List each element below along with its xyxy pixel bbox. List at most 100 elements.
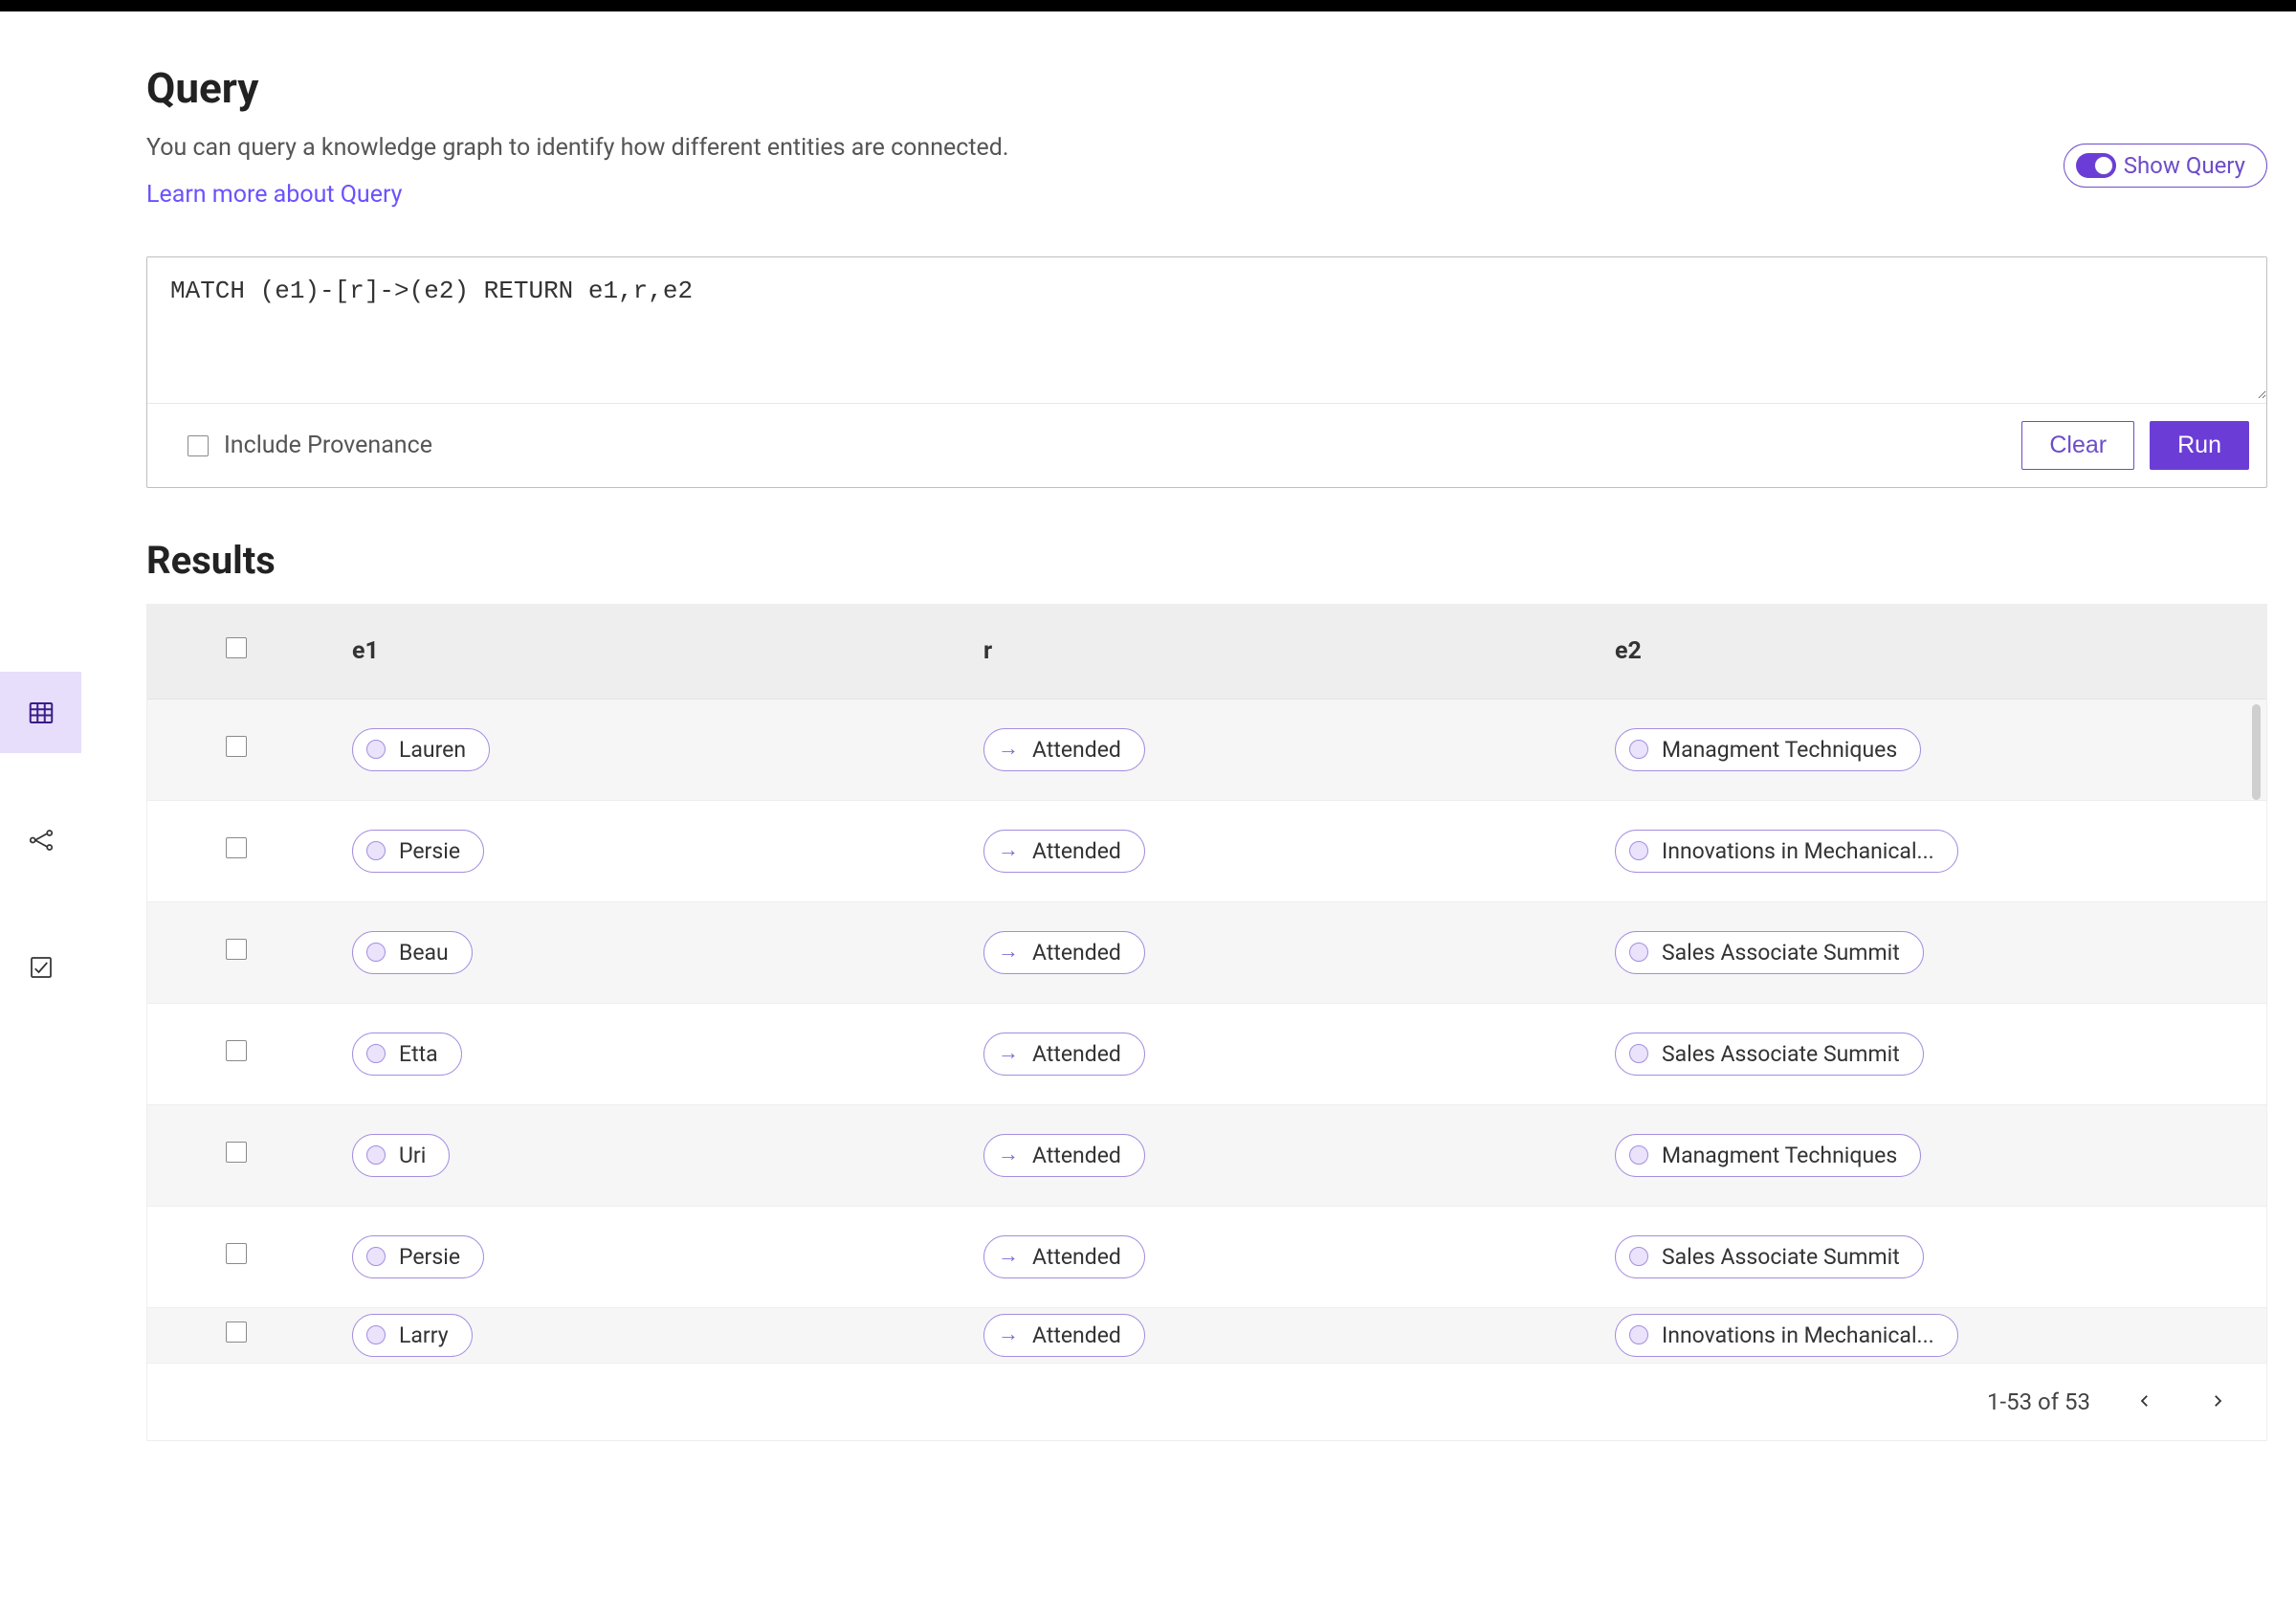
relation-chip[interactable]: → Attended	[983, 931, 1145, 974]
entity-chip[interactable]: Sales Associate Summit	[1615, 931, 1924, 974]
clear-button[interactable]: Clear	[2021, 421, 2134, 470]
table-view-button[interactable]	[0, 672, 81, 753]
checkbox-icon	[188, 435, 209, 456]
query-input[interactable]	[147, 257, 2266, 399]
chip-label: Uri	[399, 1143, 426, 1168]
entity-chip[interactable]: Etta	[352, 1033, 462, 1076]
show-query-toggle[interactable]: Show Query	[2064, 144, 2267, 188]
chip-label: Attended	[1032, 1143, 1121, 1168]
insights-view-button[interactable]	[0, 926, 81, 1008]
include-provenance-label: Include Provenance	[224, 432, 432, 459]
chip-label: Persie	[399, 838, 460, 864]
chip-label: Attended	[1032, 940, 1121, 966]
table-row[interactable]: Lauren →Attended Managment Techniques	[147, 699, 2266, 800]
row-checkbox[interactable]	[226, 1040, 247, 1061]
graph-icon	[27, 826, 55, 855]
entity-chip[interactable]: Uri	[352, 1134, 450, 1177]
node-dot-icon	[1629, 1145, 1648, 1165]
view-sidebar	[0, 11, 81, 1470]
node-dot-icon	[366, 1325, 386, 1344]
node-dot-icon	[1629, 740, 1648, 759]
run-button[interactable]: Run	[2150, 421, 2249, 470]
results-scroll-region[interactable]: e1 r e2 Lauren→AttendedManagment Techniq…	[147, 605, 2266, 1364]
learn-more-link[interactable]: Learn more about Query	[146, 181, 403, 209]
row-checkbox[interactable]	[226, 1142, 247, 1163]
row-checkbox[interactable]	[226, 837, 247, 858]
row-checkbox[interactable]	[226, 939, 247, 960]
window-top-bar	[0, 0, 2296, 11]
query-editor-panel: Include Provenance Clear Run	[146, 256, 2267, 488]
entity-chip[interactable]: Lauren	[352, 728, 490, 771]
entity-chip[interactable]: Sales Associate Summit	[1615, 1235, 1924, 1278]
chip-label: Managment Techniques	[1662, 1143, 1897, 1168]
column-header-e1[interactable]: e1	[325, 605, 957, 699]
relation-chip[interactable]: → Attended	[983, 1314, 1145, 1357]
entity-chip[interactable]: Persie	[352, 830, 484, 873]
entity-chip[interactable]: Persie	[352, 1235, 484, 1278]
chip-label: Lauren	[399, 737, 466, 763]
relation-chip[interactable]: →Attended	[983, 728, 1145, 771]
results-panel: e1 r e2 Lauren→AttendedManagment Techniq…	[146, 604, 2267, 1441]
entity-chip[interactable]: Managment Techniques	[1615, 728, 1921, 771]
entity-chip[interactable]: Larry	[352, 1314, 473, 1357]
arrow-right-icon: →	[998, 1246, 1019, 1267]
chart-check-icon	[27, 953, 55, 982]
chip-label: Innovations in Mechanical...	[1662, 1322, 1934, 1348]
chip-label: Larry	[399, 1322, 449, 1348]
results-title: Results	[146, 538, 2267, 583]
pagination-bar: 1-53 of 53	[147, 1364, 2266, 1440]
chip-label: Attended	[1032, 737, 1121, 763]
arrow-right-icon: →	[998, 942, 1019, 963]
arrow-right-icon: →	[998, 840, 1019, 861]
table-row[interactable]: Uri → Attended Managment Techniques	[147, 1104, 2266, 1206]
select-all-checkbox[interactable]	[226, 637, 247, 658]
chip-label: Sales Associate Summit	[1662, 1041, 1900, 1067]
entity-chip[interactable]: Beau	[352, 931, 473, 974]
prev-page-button[interactable]	[2127, 1383, 2163, 1421]
table-row[interactable]: Larry → Attended Innovations in Mechanical.…	[147, 1307, 2266, 1363]
node-dot-icon	[1629, 1044, 1648, 1063]
entity-chip[interactable]: Sales Associate Summit	[1615, 1033, 1924, 1076]
table-icon	[27, 699, 55, 727]
chip-label: Sales Associate Summit	[1662, 1244, 1900, 1270]
column-header-e2[interactable]: e2	[1588, 605, 2266, 699]
row-checkbox[interactable]	[226, 1321, 247, 1343]
column-header-r[interactable]: r	[957, 605, 1588, 699]
page-subtitle: You can query a knowledge graph to ident…	[146, 134, 2064, 162]
next-page-button[interactable]	[2199, 1383, 2236, 1421]
node-dot-icon	[366, 740, 386, 759]
entity-chip[interactable]: Innovations in Mechanical...	[1615, 1314, 1958, 1357]
node-dot-icon	[366, 841, 386, 860]
relation-chip[interactable]: → Attended	[983, 1134, 1145, 1177]
node-dot-icon	[366, 1044, 386, 1063]
row-checkbox[interactable]	[226, 1243, 247, 1264]
graph-view-button[interactable]	[0, 799, 81, 880]
chip-label: Attended	[1032, 1322, 1121, 1348]
include-provenance-checkbox[interactable]: Include Provenance	[188, 432, 432, 459]
chip-label: Attended	[1032, 838, 1121, 864]
show-query-label: Show Query	[2124, 152, 2245, 179]
node-dot-icon	[1629, 1247, 1648, 1266]
table-row[interactable]: Persie → Attended Sales Associate Summit	[147, 1206, 2266, 1307]
arrow-right-icon: →	[998, 1144, 1019, 1166]
table-row[interactable]: Etta → Attended Sales Associate Summit	[147, 1003, 2266, 1104]
relation-chip[interactable]: → Attended	[983, 830, 1145, 873]
results-table: e1 r e2 Lauren→AttendedManagment Techniq…	[147, 605, 2266, 1364]
chip-label: Attended	[1032, 1041, 1121, 1067]
row-checkbox[interactable]	[226, 736, 247, 757]
node-dot-icon	[1629, 1325, 1648, 1344]
table-row[interactable]: Beau → Attended Sales Associate Summit	[147, 901, 2266, 1003]
node-dot-icon	[366, 1145, 386, 1165]
chip-label: Managment Techniques	[1662, 737, 1897, 763]
arrow-right-icon: →	[998, 1324, 1019, 1345]
chip-label: Beau	[399, 940, 449, 966]
arrow-right-icon: →	[998, 1043, 1019, 1064]
node-dot-icon	[366, 1247, 386, 1266]
entity-chip[interactable]: Managment Techniques	[1615, 1134, 1921, 1177]
relation-chip[interactable]: → Attended	[983, 1235, 1145, 1278]
entity-chip[interactable]: Innovations in Mechanical...	[1615, 830, 1958, 873]
node-dot-icon	[366, 943, 386, 962]
chip-label: Attended	[1032, 1244, 1121, 1270]
relation-chip[interactable]: → Attended	[983, 1033, 1145, 1076]
table-row[interactable]: Persie → Attended Innovations in Mechanical…	[147, 800, 2266, 901]
